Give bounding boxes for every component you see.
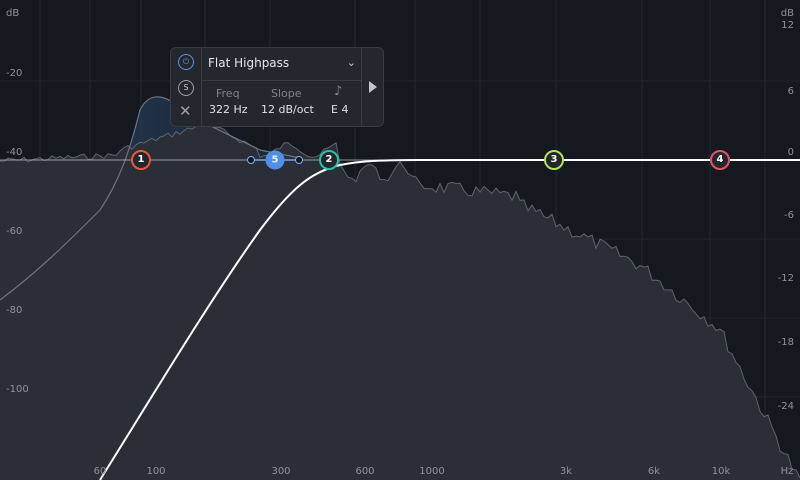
freq-param-value[interactable]: 322 Hz [209, 103, 248, 116]
freq-tick-label: 1000 [419, 466, 445, 477]
band-settings-popup: ⏻ S ✕ Flat Highpass ⌄ Freq 322 Hz Slope … [170, 47, 384, 127]
band-5-q-handle-right[interactable] [295, 156, 303, 164]
music-note-icon: ♪ [334, 84, 343, 99]
filter-type-dropdown[interactable]: Flat Highpass ⌄ [201, 48, 361, 81]
close-icon[interactable]: ✕ [179, 104, 192, 119]
left-tick-label: -40 [6, 147, 23, 158]
note-param-value[interactable]: E 4 [331, 103, 348, 116]
right-tick-label: -24 [777, 401, 794, 412]
chevron-down-icon: ⌄ [346, 56, 356, 69]
spectrum-analyzer-fill [0, 121, 800, 480]
popup-divider [361, 48, 362, 126]
eq-band-node-4[interactable]: 4 [710, 150, 730, 170]
right-tick-label: -18 [777, 337, 794, 348]
eq-graph[interactable] [0, 0, 800, 480]
freq-param-label: Freq [216, 87, 240, 100]
freq-tick-label: 3k [559, 466, 573, 477]
play-arrow-icon[interactable] [369, 81, 377, 93]
eq-band-node-5[interactable]: 5 [265, 150, 285, 170]
freq-tick-label: 600 [355, 466, 375, 477]
freq-tick-label: 6k [647, 466, 661, 477]
freq-tick-label: 100 [146, 466, 166, 477]
freq-axis-unit: Hz [780, 466, 794, 477]
filter-type-label: Flat Highpass [208, 56, 290, 70]
slope-param-value[interactable]: 12 dB/oct [261, 103, 314, 116]
left-tick-label: -80 [6, 305, 23, 316]
right-tick-label: -6 [784, 210, 794, 221]
power-icon[interactable]: ⏻ [178, 54, 194, 70]
eq-display[interactable]: dB -20 -40 -60 -80 -100 dB 12 6 0 -6 -12… [0, 0, 800, 480]
solo-icon[interactable]: S [178, 80, 194, 96]
right-tick-label: 6 [787, 86, 794, 97]
right-tick-label: 0 [787, 147, 794, 158]
band-popup-sidebar: ⏻ S ✕ [171, 48, 202, 126]
left-tick-label: -20 [6, 68, 23, 79]
freq-tick-label: 10k [711, 466, 731, 477]
freq-tick-label: 60 [93, 466, 107, 477]
right-tick-label: -12 [777, 273, 794, 284]
freq-tick-label: 300 [271, 466, 291, 477]
band-5-q-handle-left[interactable] [247, 156, 255, 164]
eq-band-node-3[interactable]: 3 [544, 150, 564, 170]
left-tick-label: -60 [6, 226, 23, 237]
left-axis-unit: dB [6, 8, 20, 19]
right-tick-label: 12 [781, 20, 794, 31]
eq-band-node-2[interactable]: 2 [319, 150, 339, 170]
right-axis-unit: dB [780, 8, 794, 19]
slope-param-label: Slope [271, 87, 302, 100]
left-tick-label: -100 [6, 384, 29, 395]
eq-band-node-1[interactable]: 1 [131, 150, 151, 170]
